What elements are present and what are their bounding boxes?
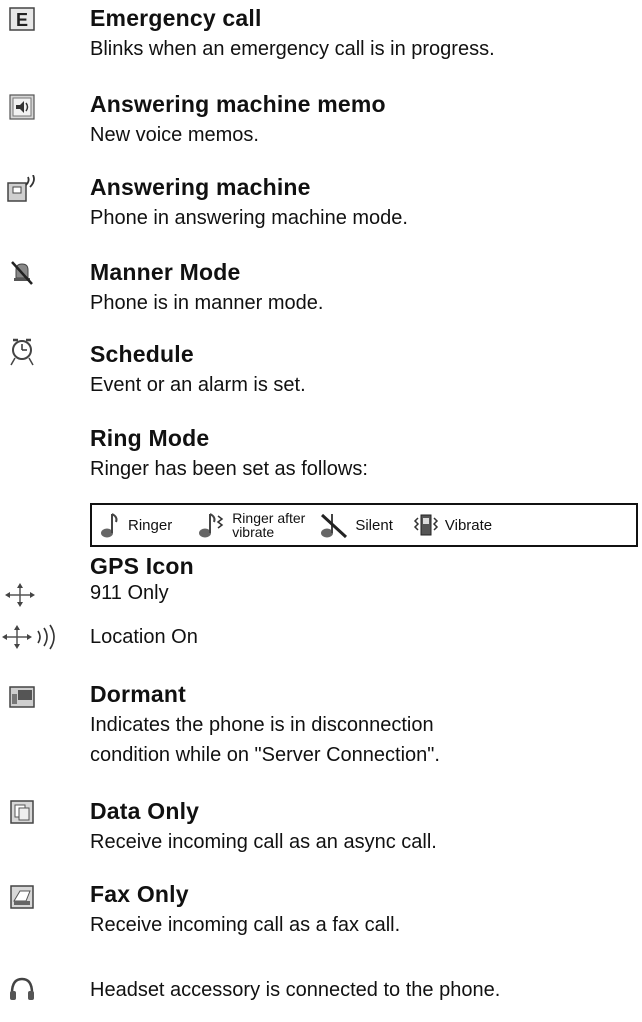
dormant-title: Dormant	[90, 681, 186, 707]
fax-only-icon	[2, 880, 42, 914]
emergency-call-title: Emergency call	[90, 5, 262, 31]
dormant-desc-line2: condition while on "Server Connection".	[90, 744, 440, 766]
ringer-label: Ringer	[128, 516, 173, 534]
headset-desc: Headset accessory is connected to the ph…	[90, 979, 501, 1001]
ring-mode-silent: Silent	[319, 510, 393, 540]
gps-911-icon	[0, 578, 40, 612]
data-only-title: Data Only	[90, 798, 200, 824]
ringer-after-line2: vibrate	[232, 524, 275, 540]
ringer-after-vibrate-label: Ringer after vibrate	[232, 511, 305, 539]
ring-mode-ringer-after-vibrate: Ringer after vibrate	[198, 511, 305, 539]
ring-mode-vibrate: Vibrate	[413, 512, 492, 538]
silent-icon	[321, 513, 348, 539]
ringer-note-icon	[101, 513, 118, 538]
manner-mode-desc: Phone is in manner mode.	[90, 292, 324, 314]
answering-machine-title: Answering machine	[90, 174, 311, 200]
schedule-desc: Event or an alarm is set.	[90, 374, 306, 396]
manner-mode-icon	[2, 255, 42, 289]
fax-only-title: Fax Only	[90, 881, 189, 907]
silent-label: Silent	[355, 516, 393, 534]
dormant-desc-line1: Indicates the phone is in disconnection	[90, 714, 434, 736]
ring-mode-title: Ring Mode	[90, 425, 210, 451]
emergency-call-desc: Blinks when an emergency call is in prog…	[90, 38, 495, 60]
svg-text:E: E	[16, 10, 28, 30]
ringer-after-vibrate-icon	[199, 513, 224, 538]
data-only-desc: Receive incoming call as an async call.	[90, 831, 437, 853]
gps-location-on-icon	[0, 620, 66, 654]
ring-mode-legend: Ringer Ringer after vibrate Silent Vibra…	[90, 503, 638, 547]
gps-title: GPS Icon	[90, 553, 194, 579]
vibrate-icon	[413, 514, 438, 536]
answering-machine-icon	[2, 173, 42, 207]
answering-machine-desc: Phone in answering machine mode.	[90, 207, 408, 229]
ringer-after-line1: Ringer after	[232, 510, 306, 526]
alarm-clock-icon	[2, 335, 42, 369]
schedule-title: Schedule	[90, 341, 194, 367]
ring-mode-desc: Ringer has been set as follows:	[90, 458, 368, 480]
dormant-icon	[2, 680, 42, 714]
fax-only-desc: Receive incoming call as a fax call.	[90, 914, 401, 936]
voice-memo-icon	[2, 90, 42, 124]
headset-icon	[2, 972, 42, 1006]
emergency-e-icon: E	[2, 2, 42, 36]
answering-memo-title: Answering machine memo	[90, 91, 386, 117]
vibrate-label: Vibrate	[444, 516, 493, 534]
data-only-icon	[2, 795, 42, 829]
ring-mode-ringer: Ringer	[100, 511, 172, 539]
gps-location-on: Location On	[90, 626, 198, 648]
answering-memo-desc: New voice memos.	[90, 124, 259, 146]
manner-mode-title: Manner Mode	[90, 259, 241, 285]
gps-911-only: 911 Only	[90, 582, 169, 604]
